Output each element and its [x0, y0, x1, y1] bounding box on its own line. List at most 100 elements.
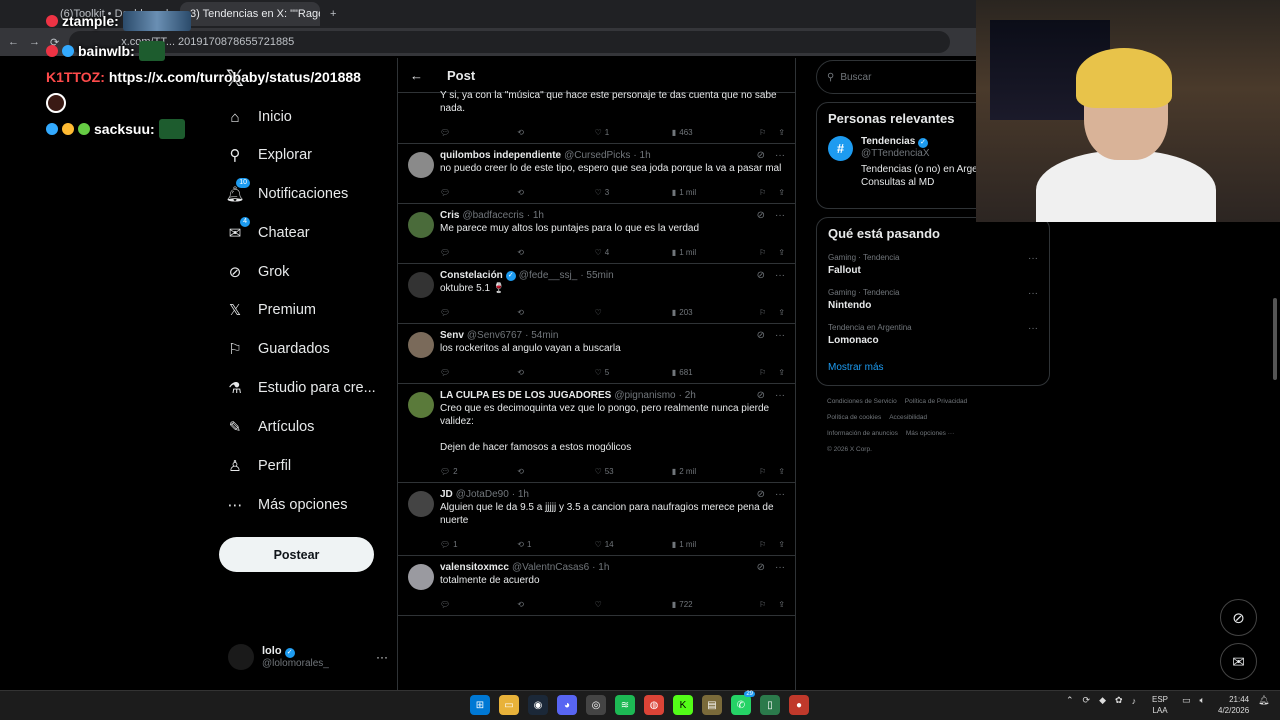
bookmark-icon[interactable]: ⚐ [759, 188, 766, 197]
chevron-up-icon[interactable]: ⌃ [1066, 695, 1074, 706]
more-dots-icon[interactable]: ··· [1028, 253, 1038, 264]
tweet-time[interactable]: · 2h [679, 390, 696, 401]
tweet-author-handle[interactable]: @JotaDe90 [456, 489, 509, 500]
bookmark-icon[interactable]: ⚐ [759, 308, 766, 317]
like-button[interactable]: ♡ [595, 308, 672, 317]
avatar[interactable] [408, 564, 434, 590]
footer-link[interactable]: Accesibilidad [889, 414, 927, 421]
more-dots-icon[interactable]: ··· [775, 150, 785, 161]
tray-app-icon[interactable]: ⟳ [1083, 695, 1091, 706]
trend-item[interactable]: Gaming · Tendencia Fallout ··· [828, 253, 1038, 276]
grok-icon[interactable]: ⊘ [757, 210, 765, 221]
tweet-author-handle[interactable]: @badfacecris [462, 210, 523, 221]
reply-button[interactable]: 💬︎ 1 [440, 540, 517, 549]
views-button[interactable]: ▮ 203 [672, 308, 751, 317]
microphone-icon[interactable]: ♪ [1132, 696, 1137, 706]
footer-link[interactable]: © 2026 X Corp. [827, 446, 872, 453]
nav-bookmarks[interactable]: ⚐ Guardados [226, 336, 329, 362]
repost-button[interactable]: ⟲ [517, 308, 594, 317]
more-dots-icon[interactable]: ··· [1028, 323, 1038, 334]
chrome-icon[interactable]: ◍ [644, 695, 664, 715]
grok-icon[interactable]: ⊘ [757, 390, 765, 401]
tweet-author-handle[interactable]: @ValentnCasas6 [512, 562, 589, 573]
footer-link[interactable]: Condiciones de Servicio [827, 398, 897, 405]
messages-fab-button[interactable]: ✉ [1220, 643, 1257, 680]
more-dots-icon[interactable]: ··· [775, 390, 785, 401]
notification-bell-icon[interactable]: 🔔︎ [1258, 695, 1269, 706]
tweet-time[interactable]: · 1h [592, 562, 609, 573]
speaker-icon[interactable]: 🔈︎ [1200, 695, 1205, 706]
avatar[interactable] [408, 152, 434, 178]
tweet[interactable]: JD @JotaDe90 · 1h ⊘ ··· Alguien que le d… [398, 483, 795, 556]
grok-icon[interactable]: ⊘ [757, 150, 765, 161]
more-dots-icon[interactable]: ··· [775, 489, 785, 500]
more-dots-icon[interactable]: ··· [775, 330, 785, 341]
repost-button[interactable]: ⟲ [517, 600, 594, 609]
nav-articles[interactable]: ✎ Artículos [226, 414, 315, 440]
streaming-app-icon[interactable]: ● [789, 695, 809, 715]
nav-more[interactable]: ⋯ Más opciones [226, 492, 348, 518]
file-explorer-icon[interactable]: ▭ [499, 695, 519, 715]
nav-chat[interactable]: ✉ 4 Chatear [226, 217, 310, 246]
share-icon[interactable]: ⇪ [778, 467, 785, 476]
tray-app-icon[interactable]: ◆ [1099, 695, 1106, 706]
more-dots-icon[interactable]: ··· [1028, 288, 1038, 299]
steam-icon[interactable]: ◉ [528, 695, 548, 715]
reply-button[interactable]: 💬︎ 2 [440, 467, 517, 476]
repost-button[interactable]: ⟲ [517, 128, 594, 137]
tweet-time[interactable]: · 54min [525, 330, 558, 341]
footer-link[interactable]: Política de Privacidad [905, 398, 968, 405]
views-button[interactable]: ▮ 1 mil [672, 540, 751, 549]
like-button[interactable]: ♡ 14 [595, 540, 672, 549]
avatar[interactable] [408, 392, 434, 418]
app-icon[interactable]: ▤ [702, 695, 722, 715]
more-dots-icon[interactable]: ··· [775, 562, 785, 573]
discord-icon[interactable]: ◕ [557, 695, 577, 715]
tweet-time[interactable]: · 55min [580, 270, 613, 281]
tweet-time[interactable]: · 1h [512, 489, 529, 500]
tray-app-icon[interactable]: ✿ [1115, 695, 1123, 706]
scroll-thumb[interactable] [1273, 298, 1277, 380]
repost-button[interactable]: ⟲ [517, 368, 594, 377]
like-button[interactable]: ♡ [595, 600, 672, 609]
tweet[interactable]: Y si, ya con la "música" que hace este p… [398, 89, 795, 144]
tweet[interactable]: quilombos independiente @CursedPicks · 1… [398, 144, 795, 204]
tweet[interactable]: Senv @Senv6767 · 54min ⊘ ··· los rockeri… [398, 324, 795, 384]
trend-item[interactable]: Tendencia en Argentina Lomonaco ··· [828, 323, 1038, 346]
avatar[interactable] [408, 272, 434, 298]
reply-button[interactable]: 💬︎ [440, 188, 517, 197]
tweet-author-name[interactable]: LA CULPA ES DE LOS JUGADORES [440, 390, 611, 401]
trend-item[interactable]: Gaming · Tendencia Nintendo ··· [828, 288, 1038, 311]
views-button[interactable]: ▮ 1 mil [672, 188, 751, 197]
footer-link[interactable]: Información de anuncios [827, 430, 898, 437]
spotify-icon[interactable]: ≋ [615, 695, 635, 715]
share-icon[interactable]: ⇪ [778, 248, 785, 257]
grok-icon[interactable]: ⊘ [757, 330, 765, 341]
more-dots-icon[interactable]: ··· [775, 210, 785, 221]
views-button[interactable]: ▮ 463 [672, 128, 751, 137]
account-switcher[interactable]: lolo ✓ @lolomorales_ ··· [228, 644, 388, 670]
tweet[interactable]: Constelación ✓ @fede__ssj_ · 55min ⊘ ···… [398, 264, 795, 324]
bookmark-icon[interactable]: ⚐ [759, 540, 766, 549]
reply-button[interactable]: 💬︎ [440, 248, 517, 257]
nav-creator-studio[interactable]: ⚗ Estudio para cre... [226, 375, 375, 401]
repost-button[interactable]: ⟲ 1 [517, 540, 594, 549]
battery-icon[interactable]: ▭ [1182, 695, 1191, 706]
views-button[interactable]: ▮ 681 [672, 368, 751, 377]
more-dots-icon[interactable]: ··· [775, 270, 785, 281]
like-button[interactable]: ♡ 3 [595, 188, 672, 197]
bookmark-icon[interactable]: ⚐ [759, 368, 766, 377]
tweet-time[interactable]: · 1h [633, 150, 650, 161]
more-dots-icon[interactable]: ··· [376, 650, 388, 664]
tweet-author-name[interactable]: JD [440, 489, 453, 500]
show-more-link[interactable]: Mostrar más [828, 362, 1038, 373]
views-button[interactable]: ▮ 1 mil [672, 248, 751, 257]
tweet[interactable]: LA CULPA ES DE LOS JUGADORES @pignanismo… [398, 384, 795, 483]
tweet-author-name[interactable]: Cris [440, 210, 459, 221]
windows-start-icon[interactable]: ⊞ [470, 695, 490, 715]
footer-link[interactable]: Más opciones ··· [906, 430, 954, 437]
share-icon[interactable]: ⇪ [778, 308, 785, 317]
share-icon[interactable]: ⇪ [778, 368, 785, 377]
tweet-author-name[interactable]: Constelación [440, 270, 503, 281]
tweet-author-name[interactable]: valensitoxmcc [440, 562, 509, 573]
